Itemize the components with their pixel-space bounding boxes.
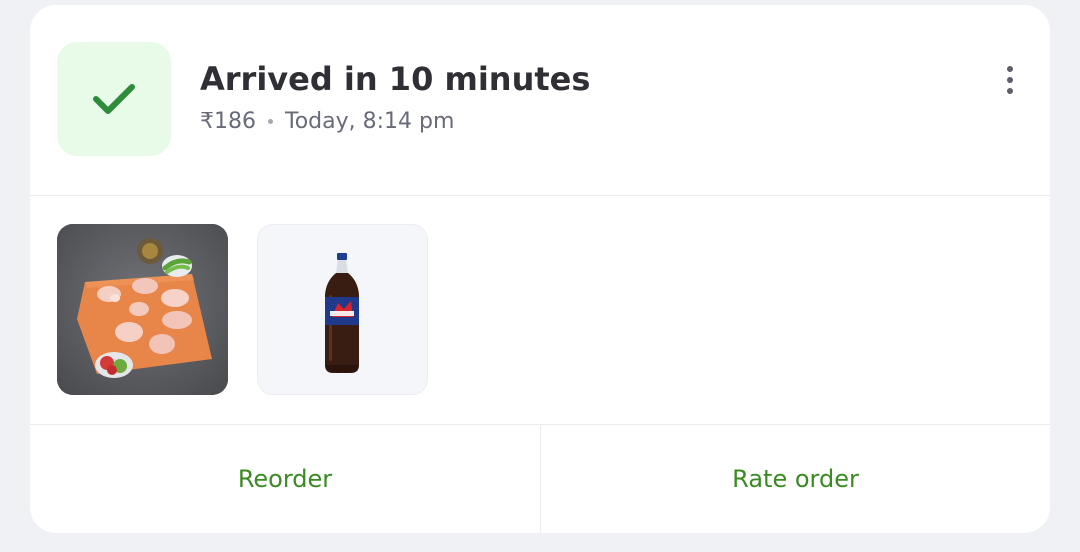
reorder-button[interactable]: Reorder <box>30 425 540 533</box>
delivered-status-badge <box>57 42 171 156</box>
chicken-curry-cut-image <box>57 224 228 395</box>
more-options-button[interactable] <box>992 60 1028 100</box>
order-status-title: Arrived in 10 minutes <box>200 60 591 98</box>
item-thumbnail[interactable] <box>257 224 428 395</box>
separator-dot <box>268 119 273 124</box>
order-meta: ₹186 Today, 8:14 pm <box>200 109 454 134</box>
order-time: Today, 8:14 pm <box>285 109 455 134</box>
order-header: Arrived in 10 minutes ₹186 Today, 8:14 p… <box>30 5 1050 195</box>
more-vertical-icon-dot <box>1007 88 1013 94</box>
more-vertical-icon <box>1007 66 1013 72</box>
rate-order-button[interactable]: Rate order <box>541 425 1050 533</box>
checkmark-icon <box>93 84 135 114</box>
divider <box>30 195 1050 196</box>
cola-bottle-image <box>325 253 359 373</box>
order-amount: ₹186 <box>200 109 256 134</box>
item-thumbnail[interactable] <box>57 224 228 395</box>
order-card[interactable]: Arrived in 10 minutes ₹186 Today, 8:14 p… <box>30 5 1050 533</box>
more-vertical-icon-dot <box>1007 77 1013 83</box>
